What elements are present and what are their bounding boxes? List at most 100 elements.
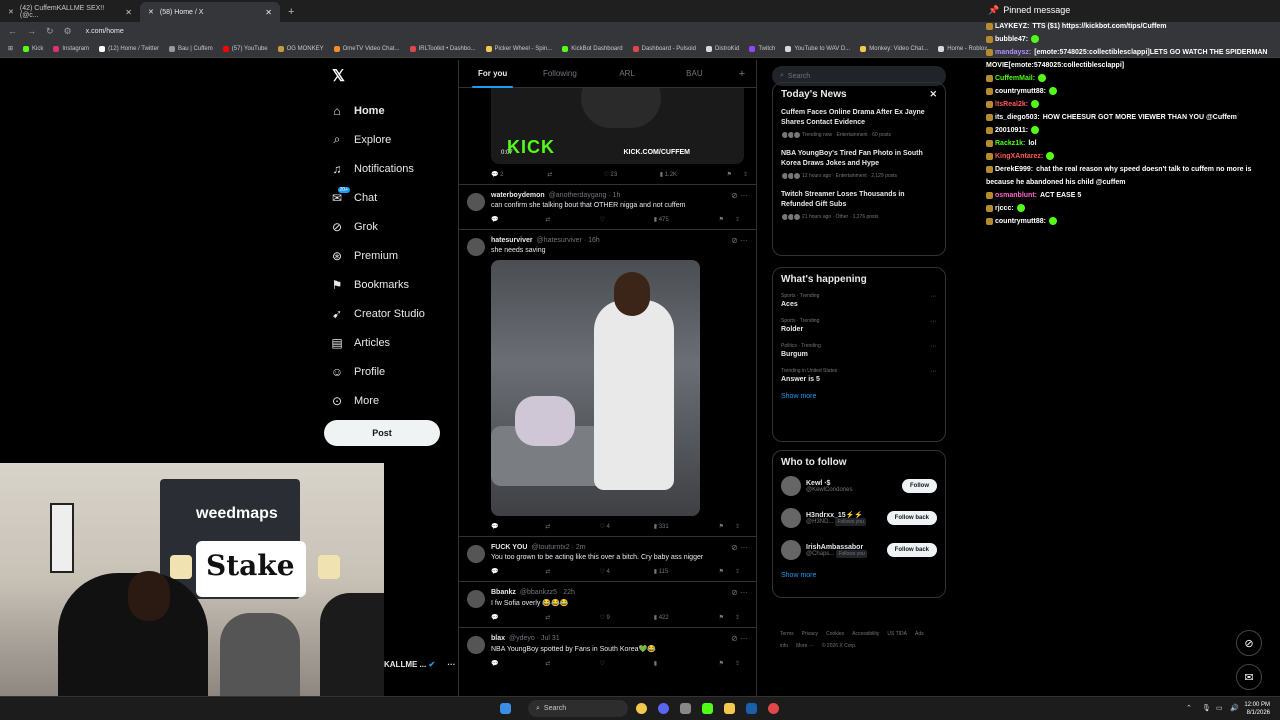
author-name[interactable]: blax [491,635,505,642]
author-name[interactable]: Bbankz [491,589,516,596]
bookmark-icon[interactable]: ⚑ [708,614,724,621]
bookmark-item[interactable]: KickBot Dashboard [562,45,623,52]
follow-suggestion[interactable]: IrishAmbassabor @Chaps... Follows you Follo… [781,540,937,560]
apps-icon[interactable]: ⊞ [8,45,13,52]
follow-suggestion[interactable]: H3ndrxx_15⚡⚡ @H3ND... Follows you Follow ba… [781,508,937,528]
reply-icon[interactable]: 💬 [491,216,545,223]
bookmark-item[interactable]: IRLToolkit • Dashbo... [409,45,476,52]
repost-icon[interactable]: ⇄ [547,171,603,178]
repost-icon[interactable]: ⇄ [545,568,599,575]
bookmark-icon[interactable]: ⚑ [708,523,724,530]
chat-username[interactable]: Rackz1k: [995,140,1025,147]
like-icon[interactable]: ♡ 4 [600,568,654,575]
footer-link[interactable]: US TIDA [887,631,907,637]
repost-icon[interactable]: ⇄ [545,660,599,667]
bookmark-item[interactable]: YouTube to WAV D... [785,45,850,52]
author-name[interactable]: FUCK YOU [491,544,527,551]
bookmark-icon[interactable]: ⚑ [708,568,724,575]
avatar[interactable] [467,590,485,608]
avatar[interactable] [781,476,801,496]
bookmark-item[interactable]: (12) Home / Twitter [99,45,159,52]
bookmark-item[interactable]: Kick [23,45,43,52]
bookmark-item[interactable]: OmeTV Video Chat... [333,45,400,52]
reply-icon[interactable]: 💬 [491,568,545,575]
avatar[interactable] [467,193,485,211]
tweet[interactable]: hatesurviver @hatesurviver · 16h ⊘ ··· she … [459,229,756,536]
close-icon[interactable]: ✕ [929,89,937,100]
views-icon[interactable]: ▮ 115 [654,568,708,575]
views-icon[interactable]: ▮ 422 [654,614,708,621]
grok-icon[interactable]: ⊘ ··· [731,588,748,597]
chrome-icon-2[interactable] [768,703,779,714]
author-name[interactable]: waterboydemon [491,192,545,199]
forward-icon[interactable]: → [27,26,36,36]
kick-app-icon[interactable] [702,703,713,714]
chrome-icon[interactable] [636,703,647,714]
bookmark-item[interactable]: Twitch [749,45,775,52]
grok-icon[interactable]: ⊘ ··· [731,634,748,643]
chat-username[interactable]: bubble47: [995,36,1028,43]
show-more-link[interactable]: Show more [781,393,937,400]
share-icon[interactable]: ⇪ [724,660,740,667]
x-logo-icon[interactable]: 𝕏 [332,66,450,86]
repost-icon[interactable]: ⇄ [545,614,599,621]
footer-link[interactable]: Cookies [826,631,844,637]
chat-username[interactable]: mandaysz: [995,49,1031,56]
avatar[interactable] [781,540,801,560]
views-icon[interactable]: ▮ 1.2K [660,171,716,178]
nav-item-premium[interactable]: ⊛ Premium [320,241,450,270]
repost-icon[interactable]: ⇄ [545,523,599,530]
account-switcher[interactable]: KALLME ... ✔ ··· [384,660,455,669]
close-icon[interactable]: ✕ [265,8,272,17]
chat-username[interactable]: its_diego503: [995,114,1040,121]
bookmark-item[interactable]: Monkey: Video Chat... [860,45,928,52]
tweet[interactable]: Bbankz @bbankzz5 · 22h ⊘ ··· I fw Sofia ove… [459,581,756,627]
chat-username[interactable]: rjccc: [995,205,1014,212]
bookmark-item[interactable]: OG MONKEY [277,45,324,52]
avatar[interactable] [467,545,485,563]
bookmark-icon[interactable]: ⚑ [708,660,724,667]
share-icon[interactable]: ⇪ [724,568,740,575]
embedded-video[interactable]: 0:07 KICK KICK.COM/CUFFEM [491,88,744,164]
tab-following[interactable]: Following [526,60,593,88]
bookmark-item[interactable]: Bau | Cuffem [168,45,213,52]
site-info-icon[interactable]: ⚙ [64,26,72,37]
nav-item-home[interactable]: ⌂ Home [320,96,450,125]
follow-suggestion[interactable]: Kewl ⋅$ @KewlCondones Follow [781,476,937,496]
avatar[interactable] [467,636,485,654]
show-more-link[interactable]: Show more [781,572,937,579]
chat-username[interactable]: LAYKEYZ: [995,23,1029,30]
tab-arl[interactable]: ARL [594,60,661,88]
tweet-image[interactable] [491,260,700,516]
reload-icon[interactable]: ↻ [46,26,54,37]
author-name[interactable]: hatesurviver [491,237,533,244]
bookmark-item[interactable]: Home - Roblox [938,45,987,52]
more-icon[interactable]: ··· [447,660,455,669]
share-icon[interactable]: ⇪ [724,523,740,530]
volume-icon[interactable]: 🔊 [1230,704,1239,712]
footer-link[interactable]: Terms [780,631,794,637]
views-icon[interactable]: ▮ 475 [654,216,708,223]
more-icon[interactable]: ··· [930,318,937,325]
grok-icon[interactable]: ⊘ ··· [731,236,748,245]
post-button[interactable]: Post [324,420,440,446]
share-icon[interactable]: ⇪ [724,614,740,621]
nav-item-explore[interactable]: ⌕ Explore [320,125,450,154]
bookmark-item[interactable]: Dashboard - Pulsoid [632,45,696,52]
tweet[interactable]: FUCK YOU @touturntx2 · 2m ⊘ ··· You too gro… [459,536,756,581]
footer-link[interactable]: More ··· [796,643,814,649]
messages-fab-icon[interactable]: ✉ [1236,664,1262,690]
like-icon[interactable]: ♡ 4 [600,523,654,530]
bookmark-icon[interactable]: ⚑ [716,171,732,178]
share-icon[interactable]: ⇪ [724,216,740,223]
close-icon[interactable]: ✕ [125,8,132,17]
taskbar-search[interactable]: ⌕ Search [528,700,628,717]
bookmark-icon[interactable]: ⚑ [708,216,724,223]
bookmark-item[interactable]: DistroKid [705,45,739,52]
bookmark-item[interactable]: Instagram [53,45,89,52]
nav-item-creator-studio[interactable]: ➹ Creator Studio [320,299,450,328]
views-icon[interactable]: ▮ 331 [654,523,708,530]
trend-item[interactable]: Trending in United States Answer is 5 ··· [781,368,937,383]
reply-icon[interactable]: 💬 [491,523,545,530]
steam-icon[interactable] [746,703,757,714]
